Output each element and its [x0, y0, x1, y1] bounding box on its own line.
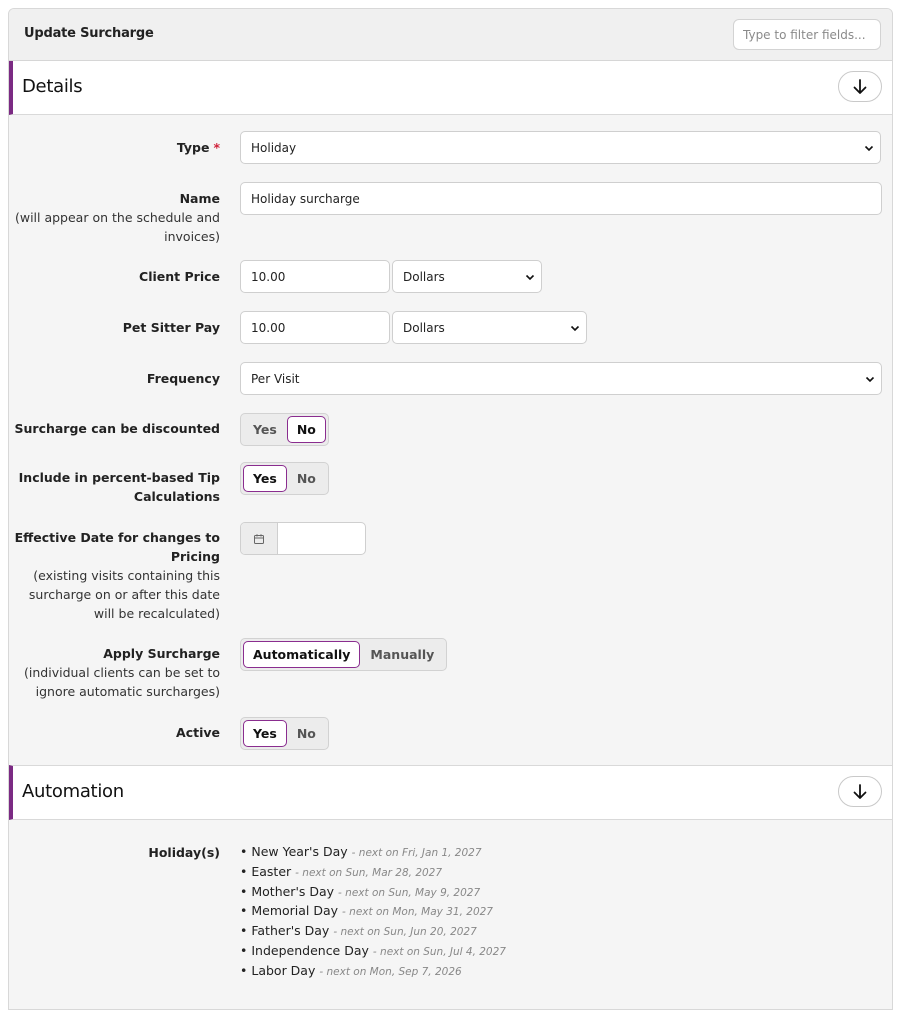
holiday-name: New Year's Day — [251, 844, 348, 859]
name-hint: (will appear on the schedule and invoice… — [14, 210, 220, 244]
list-item: • Father's Day - next on Sun, Jun 20, 20… — [240, 923, 477, 939]
holiday-next-date: - next on Sun, May 9, 2027 — [338, 886, 481, 899]
holidays-label: Holiday(s) — [148, 845, 220, 860]
discountable-yes-option[interactable]: Yes — [243, 416, 287, 443]
pet-sitter-pay-unit-value: Dollars — [403, 320, 445, 335]
apply-surcharge-label: Apply Surcharge — [103, 646, 220, 661]
tip-calc-no-option[interactable]: No — [287, 465, 326, 492]
frequency-select-value: Per Visit — [251, 371, 300, 386]
client-price-value: 10.00 — [251, 269, 286, 284]
list-item: • Easter - next on Sun, Mar 28, 2027 — [240, 863, 443, 879]
holiday-name: Father's Day — [251, 923, 330, 939]
list-item: • Labor Day - next on Mon, Sep 7, 2026 — [240, 962, 462, 978]
panel-header: Update Surcharge — [9, 9, 892, 61]
client-price-label: Client Price — [139, 269, 220, 284]
tip-calc-label: Include in percent-based Tip Calculation… — [18, 470, 220, 504]
apply-automatically-option[interactable]: Automatically — [243, 641, 361, 668]
details-section-title: Details — [22, 76, 83, 97]
effective-date-input[interactable] — [278, 523, 365, 554]
holiday-next-date: - next on Mon, May 31, 2027 — [342, 906, 493, 919]
name-label: Name — [179, 191, 220, 206]
effective-date-label: Effective Date for changes to Pricing — [14, 530, 220, 564]
required-mark: * — [213, 140, 220, 155]
automation-collapse-button[interactable] — [838, 776, 882, 807]
apply-surcharge-toggle: Automatically Manually — [240, 638, 448, 671]
holiday-name: Mother's Day — [251, 883, 335, 899]
chevron-down-icon — [864, 145, 874, 152]
holiday-next-date: - next on Mon, Sep 7, 2026 — [319, 965, 462, 978]
details-collapse-button[interactable] — [838, 71, 882, 102]
pet-sitter-pay-label: Pet Sitter Pay — [122, 320, 220, 335]
client-price-row: Client Price 10.00 Dollars — [9, 260, 892, 293]
frequency-select[interactable]: Per Visit — [240, 362, 882, 395]
holiday-name: Labor Day — [251, 962, 316, 978]
pet-sitter-pay-row: Pet Sitter Pay 10.00 Dollars — [9, 311, 892, 344]
list-item: • Memorial Day - next on Mon, May 31, 20… — [240, 903, 493, 919]
type-select-value: Holiday — [251, 140, 297, 155]
list-item: • Independence Day - next on Sun, Jul 4,… — [240, 942, 506, 958]
holidays-list: • New Year's Day - next on Fri, Jan 1, 2… — [240, 843, 506, 982]
holiday-name: Independence Day — [251, 942, 369, 958]
chevron-down-icon — [570, 325, 580, 332]
frequency-row: Frequency Per Visit — [9, 362, 892, 395]
client-price-unit-value: Dollars — [403, 269, 445, 284]
effective-date-picker[interactable] — [240, 522, 366, 555]
active-yes-option[interactable]: Yes — [243, 720, 287, 747]
automation-section-title: Automation — [22, 781, 124, 802]
pet-sitter-pay-value: 10.00 — [251, 320, 286, 335]
discountable-no-option[interactable]: No — [286, 416, 326, 443]
apply-manually-option[interactable]: Manually — [360, 641, 444, 668]
arrow-down-icon — [853, 78, 867, 94]
active-toggle: Yes No — [240, 717, 329, 750]
details-section-header: Details — [9, 61, 892, 115]
tip-calc-yes-option[interactable]: Yes — [243, 465, 287, 492]
frequency-label: Frequency — [146, 371, 220, 386]
type-select[interactable]: Holiday — [240, 131, 881, 164]
filter-fields-input[interactable] — [733, 19, 881, 50]
arrow-down-icon — [853, 783, 867, 799]
chevron-down-icon — [525, 274, 535, 281]
name-input[interactable]: Holiday surcharge — [240, 182, 882, 215]
client-price-input[interactable]: 10.00 — [240, 260, 390, 293]
name-input-value: Holiday surcharge — [251, 191, 360, 206]
holiday-name: Easter — [251, 863, 292, 879]
holiday-name: Memorial Day — [251, 903, 339, 919]
apply-surcharge-hint: (individual clients can be set to ignore… — [24, 665, 220, 699]
list-item: • New Year's Day - next on Fri, Jan 1, 2… — [240, 844, 482, 859]
discountable-label: Surcharge can be discounted — [14, 421, 221, 436]
discountable-toggle: Yes No — [240, 413, 329, 446]
active-no-option[interactable]: No — [287, 720, 326, 747]
effective-date-hint: (existing visits containing this surchar… — [28, 568, 220, 621]
pet-sitter-pay-input[interactable]: 10.00 — [240, 311, 390, 344]
calendar-icon[interactable] — [241, 523, 278, 554]
list-item: • Mother's Day - next on Sun, May 9, 202… — [240, 883, 481, 899]
pet-sitter-pay-unit-select[interactable]: Dollars — [392, 311, 587, 344]
chevron-down-icon — [865, 376, 875, 383]
page-title: Update Surcharge — [24, 26, 154, 41]
client-price-unit-select[interactable]: Dollars — [392, 260, 542, 293]
active-label: Active — [176, 725, 220, 740]
surcharge-panel: Update Surcharge Details Type * Holiday … — [8, 8, 893, 1010]
holiday-next-date: - next on Fri, Jan 1, 2027 — [351, 847, 482, 859]
tip-calc-toggle: Yes No — [240, 462, 329, 495]
type-label: Type — [176, 140, 210, 155]
holiday-next-date: - next on Sun, Mar 28, 2027 — [295, 866, 443, 879]
automation-section-header: Automation — [9, 765, 892, 820]
type-row: Type * Holiday — [9, 131, 892, 164]
holiday-next-date: - next on Sun, Jun 20, 2027 — [333, 926, 477, 939]
holiday-next-date: - next on Sun, Jul 4, 2027 — [372, 945, 506, 958]
